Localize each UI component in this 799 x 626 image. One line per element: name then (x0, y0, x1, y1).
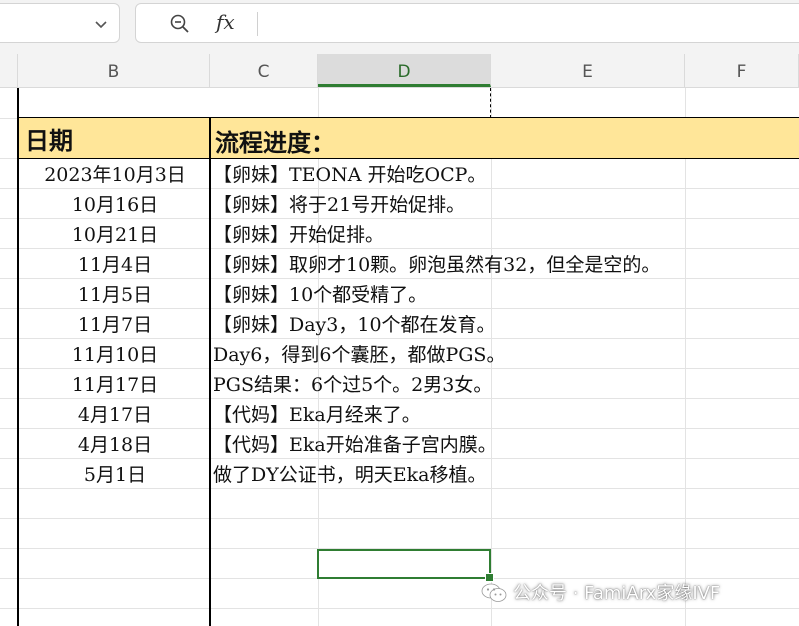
table-row-progress[interactable]: 【卵妹】将于21号开始促排。 (213, 190, 465, 220)
column-header-d[interactable]: D (318, 54, 491, 87)
column-header-bar: B C D E F (0, 54, 799, 88)
column-header-c[interactable]: C (210, 54, 318, 87)
zoom-icon[interactable] (169, 13, 191, 35)
table-header-bottom-border (18, 158, 799, 159)
table-row-progress[interactable]: 【代妈】Eka开始准备子宫内膜。 (213, 430, 497, 460)
table-row-date[interactable]: 2023年10月3日 (20, 160, 210, 190)
table-row-date[interactable]: 11月10日 (20, 340, 210, 370)
table-row-progress[interactable]: 做了DY公证书，明天Eka移植。 (213, 460, 487, 490)
formula-separator (257, 12, 258, 36)
table-row-date[interactable]: 10月16日 (20, 190, 210, 220)
spreadsheet-grid[interactable]: 日期 流程进度： 2023年10月3日 【卵妹】TEONA 开始吃OCP。 10… (0, 88, 799, 626)
table-row-progress[interactable]: PGS结果：6个过5个。2男3女。 (213, 370, 492, 400)
name-box[interactable] (0, 3, 120, 43)
column-header-e[interactable]: E (491, 54, 685, 87)
table-row-progress[interactable]: 【卵妹】取卵才10颗。卵泡虽然有32，但全是空的。 (213, 250, 660, 280)
table-header-row (18, 118, 799, 158)
selected-cell[interactable] (317, 549, 494, 582)
table-row-progress[interactable]: Day6，得到6个囊胚，都做PGS。 (213, 340, 505, 370)
watermark: 公众号 · FamiArx家缘IVF (481, 582, 720, 606)
table-row-progress[interactable]: 【卵妹】开始促排。 (213, 220, 384, 250)
table-row-progress[interactable]: 【卵妹】10个都受精了。 (213, 280, 427, 310)
table-row-progress[interactable]: 【代妈】Eka月经来了。 (213, 400, 421, 430)
header-progress: 流程进度： (215, 128, 335, 157)
table-row-date[interactable]: 11月5日 (20, 280, 210, 310)
formula-toolbar: fx (0, 0, 799, 54)
table-row-date[interactable]: 11月7日 (20, 310, 210, 340)
table-row-date[interactable]: 11月17日 (20, 370, 210, 400)
fx-icon[interactable]: fx (216, 10, 235, 34)
table-top-border (18, 117, 799, 118)
wechat-icon (481, 583, 507, 602)
table-row-date[interactable]: 4月17日 (20, 400, 210, 430)
table-row-progress[interactable]: 【卵妹】Day3，10个都在发育。 (213, 310, 496, 340)
column-header-f[interactable]: F (685, 54, 799, 87)
formula-bar[interactable]: fx (135, 3, 799, 43)
header-date: 日期 (25, 126, 73, 155)
fill-handle[interactable] (485, 573, 494, 582)
table-row-date[interactable]: 10月21日 (20, 220, 210, 250)
table-left-border (17, 88, 19, 626)
table-row-progress[interactable]: 【卵妹】TEONA 开始吃OCP。 (213, 160, 486, 190)
table-row-date[interactable]: 4月18日 (20, 430, 210, 460)
copy-marquee (490, 88, 491, 118)
watermark-text: 公众号 · FamiArx家缘IVF (513, 583, 721, 604)
column-header-b[interactable]: B (18, 54, 210, 87)
chevron-down-icon[interactable] (93, 16, 109, 32)
column-header-a[interactable] (0, 54, 18, 87)
table-row-date[interactable]: 11月4日 (20, 250, 210, 280)
table-row-date[interactable]: 5月1日 (20, 460, 210, 490)
